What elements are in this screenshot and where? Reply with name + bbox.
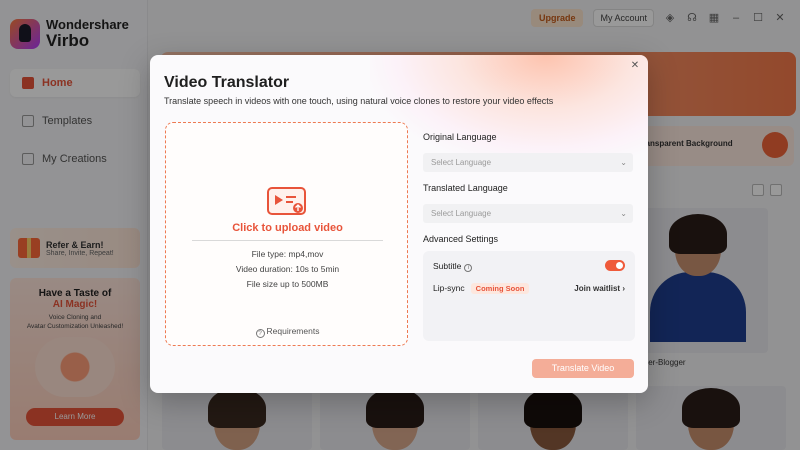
join-waitlist-link[interactable]: Join waitlist › bbox=[574, 284, 625, 293]
subtitle-label: Subtitle bbox=[433, 261, 462, 271]
close-icon[interactable]: ✕ bbox=[628, 59, 642, 73]
lipsync-label: Lip-sync bbox=[433, 283, 465, 293]
advanced-settings-panel: Subtitle i Lip-sync Coming Soon Join waitl… bbox=[423, 251, 635, 341]
translated-language-label: Translated Language bbox=[423, 183, 508, 193]
video-duration-info: Video duration: 10s to 5min bbox=[235, 264, 340, 274]
video-upload-dropzone[interactable]: Click to upload video File type: mp4,mov… bbox=[165, 122, 408, 346]
subtitle-row: Subtitle i bbox=[433, 261, 473, 272]
requirements-label: Requirements bbox=[266, 326, 320, 336]
dialog-title: Video Translator bbox=[164, 74, 290, 91]
requirements-link[interactable]: ? Requirements bbox=[166, 326, 409, 338]
translate-video-button[interactable]: Translate Video bbox=[532, 359, 634, 378]
original-language-select[interactable]: Select Language ⌄ bbox=[423, 153, 633, 172]
translated-language-select[interactable]: Select Language ⌄ bbox=[423, 204, 633, 223]
file-type-info: File type: mp4,mov bbox=[251, 249, 324, 259]
dialog-subtitle: Translate speech in videos with one touc… bbox=[164, 96, 554, 106]
lipsync-row: Lip-sync Coming Soon bbox=[433, 283, 530, 294]
subtitle-toggle[interactable] bbox=[605, 260, 625, 271]
video-upload-icon bbox=[267, 187, 306, 215]
video-translator-dialog: ✕ Video Translator Translate speech in v… bbox=[150, 55, 648, 393]
chevron-right-icon: › bbox=[622, 284, 625, 293]
select-placeholder: Select Language bbox=[431, 158, 492, 167]
chevron-down-icon: ⌄ bbox=[620, 158, 627, 167]
header-gradient bbox=[370, 55, 648, 165]
upload-divider bbox=[192, 240, 383, 241]
original-language-label: Original Language bbox=[423, 132, 497, 142]
click-to-upload-link[interactable]: Click to upload video bbox=[166, 222, 409, 234]
info-icon[interactable]: i bbox=[464, 264, 473, 272]
select-placeholder: Select Language bbox=[431, 209, 492, 218]
coming-soon-badge: Coming Soon bbox=[470, 283, 530, 294]
chevron-down-icon: ⌄ bbox=[620, 209, 627, 218]
advanced-settings-label: Advanced Settings bbox=[423, 234, 499, 244]
join-waitlist-label: Join waitlist bbox=[574, 284, 621, 293]
question-icon: ? bbox=[255, 329, 265, 338]
file-size-info: File size up to 500MB bbox=[246, 279, 329, 289]
